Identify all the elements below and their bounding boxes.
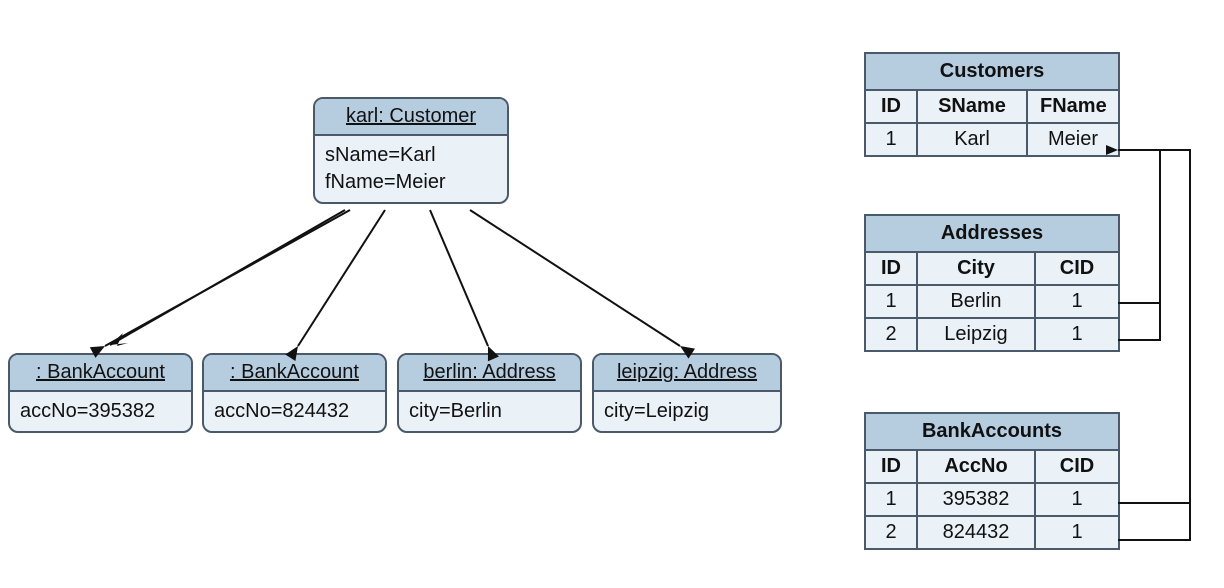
table-row: 2 Leipzig 1 bbox=[865, 318, 1119, 351]
db-col-header: SName bbox=[917, 90, 1027, 123]
table-cell: 1 bbox=[865, 285, 917, 318]
uml-object-title: : BankAccount bbox=[204, 355, 385, 392]
table-cell: 1 bbox=[1035, 318, 1119, 351]
table-cell: Karl bbox=[917, 123, 1027, 156]
db-col-header: AccNo bbox=[917, 450, 1035, 483]
table-row: 2 824432 1 bbox=[865, 516, 1119, 549]
uml-object-address-leipzig: leipzig: Address city=Leipzig bbox=[592, 353, 782, 433]
table-row: 1 395382 1 bbox=[865, 483, 1119, 516]
uml-object-title: karl: Customer bbox=[315, 99, 507, 136]
table-cell: 2 bbox=[865, 318, 917, 351]
db-col-header: CID bbox=[1035, 450, 1119, 483]
table-cell: Berlin bbox=[917, 285, 1035, 318]
uml-object-body: sName=Karl fName=Meier bbox=[315, 136, 507, 202]
table-cell: Meier bbox=[1027, 123, 1119, 156]
db-table-bankaccounts: BankAccounts ID AccNo CID 1 395382 1 2 8… bbox=[864, 412, 1120, 550]
db-table-caption: Addresses bbox=[864, 214, 1120, 251]
table-cell: 1 bbox=[865, 483, 917, 516]
db-col-header: ID bbox=[865, 450, 917, 483]
uml-object-title: : BankAccount bbox=[10, 355, 191, 392]
db-col-header: FName bbox=[1027, 90, 1119, 123]
uml-object-body: city=Leipzig bbox=[594, 392, 780, 431]
db-col-header: City bbox=[917, 252, 1035, 285]
uml-object-body: city=Berlin bbox=[399, 392, 580, 431]
db-col-header: ID bbox=[865, 90, 917, 123]
table-cell: Leipzig bbox=[917, 318, 1035, 351]
table-cell: 1 bbox=[1035, 516, 1119, 549]
uml-object-body: accNo=395382 bbox=[10, 392, 191, 431]
db-table-customers: Customers ID SName FName 1 Karl Meier bbox=[864, 52, 1120, 157]
uml-object-title: leipzig: Address bbox=[594, 355, 780, 392]
db-table-caption: BankAccounts bbox=[864, 412, 1120, 449]
db-col-header: CID bbox=[1035, 252, 1119, 285]
uml-object-title: berlin: Address bbox=[399, 355, 580, 392]
table-row: 1 Karl Meier bbox=[865, 123, 1119, 156]
table-cell: 1 bbox=[1035, 285, 1119, 318]
uml-object-customer: karl: Customer sName=Karl fName=Meier bbox=[313, 97, 509, 204]
table-cell: 2 bbox=[865, 516, 917, 549]
uml-object-bankaccount-1: : BankAccount accNo=395382 bbox=[8, 353, 193, 433]
uml-arrow bbox=[110, 210, 345, 346]
uml-object-bankaccount-2: : BankAccount accNo=824432 bbox=[202, 353, 387, 433]
table-row: 1 Berlin 1 bbox=[865, 285, 1119, 318]
db-table-caption: Customers bbox=[864, 52, 1120, 89]
db-table-addresses: Addresses ID City CID 1 Berlin 1 2 Leipz… bbox=[864, 214, 1120, 352]
table-cell: 824432 bbox=[917, 516, 1035, 549]
uml-object-address-berlin: berlin: Address city=Berlin bbox=[397, 353, 582, 433]
table-cell: 1 bbox=[865, 123, 917, 156]
table-cell: 1 bbox=[1035, 483, 1119, 516]
uml-arrows bbox=[90, 210, 695, 361]
table-cell: 395382 bbox=[917, 483, 1035, 516]
db-col-header: ID bbox=[865, 252, 917, 285]
uml-object-body: accNo=824432 bbox=[204, 392, 385, 431]
